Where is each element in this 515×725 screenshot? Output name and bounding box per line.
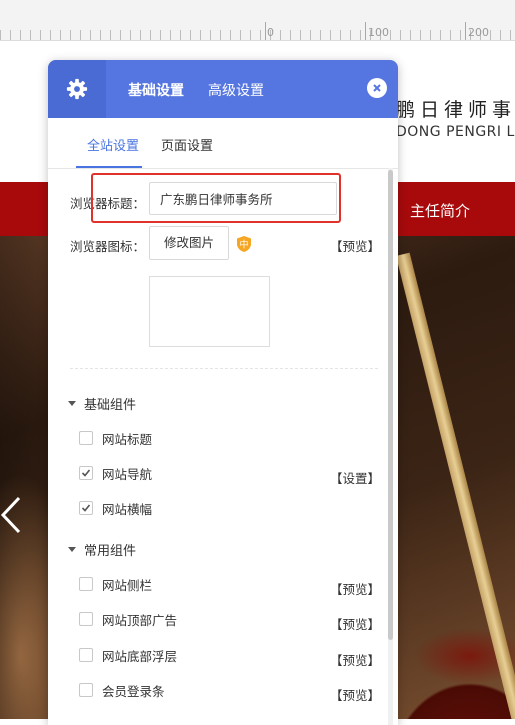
section-basic-title: 基础组件 [84,398,137,413]
ruler-label: 200 [468,26,489,39]
checkbox[interactable] [79,431,93,445]
nav-settings-link[interactable]: 【设置】 [330,468,380,487]
check-label: 网站底部浮层 [102,649,178,664]
section-divider [70,368,378,369]
ruler-major-tick [465,22,466,40]
checkbox[interactable] [79,612,93,626]
ruler-major-tick [265,22,266,40]
banner-prev-arrow-icon[interactable] [0,495,22,535]
ruler: 0 100 200 [0,0,515,41]
member-login-preview-link[interactable]: 【预览】 [330,685,380,704]
active-tab-underline [76,166,142,168]
checkbox[interactable] [79,466,93,480]
browser-icon-label: 浏览器图标： [70,239,146,254]
check-label: 网站侧栏 [102,578,153,593]
site-name-chinese: 鹏日律师事 [396,99,515,121]
check-label: 网站横幅 [102,502,153,517]
caret-down-icon [68,401,76,406]
tab-basic-settings[interactable]: 基础设置 [128,80,184,100]
change-image-button[interactable]: 修改图片 [149,226,229,260]
scrollbar-thumb[interactable] [388,170,393,640]
section-basic-components[interactable]: 基础组件 [68,394,136,413]
check-label: 网站标题 [102,432,153,447]
checkbox[interactable] [79,577,93,591]
caret-down-icon [68,547,76,552]
site-name-english: DONG PENGRI LA [396,124,515,140]
ruler-ticks [0,30,515,40]
tab-advanced-settings[interactable]: 高级设置 [208,80,264,100]
check-label: 会员登录条 [102,684,165,699]
sub-tab-bar: 全站设置 页面设置 [48,118,398,169]
shield-badge-icon: 中 [235,235,253,253]
ruler-label: 0 [267,26,274,39]
check-label: 网站顶部广告 [102,613,178,628]
settings-panel: 基础设置 高级设置 全站设置 页面设置 浏览器标题： 浏览器图标： 修改图片 中… [48,60,398,725]
bottom-float-preview-link[interactable]: 【预览】 [330,650,380,669]
close-icon[interactable] [367,78,387,98]
section-common-title: 常用组件 [84,544,137,559]
ruler-major-tick [365,22,366,40]
browser-title-label: 浏览器标题： [70,196,146,211]
tab-page-settings[interactable]: 页面设置 [161,135,213,154]
ruler-label: 100 [368,26,389,39]
svg-text:中: 中 [239,239,248,251]
nav-item-director-intro[interactable]: 主任简介 [410,200,470,221]
section-common-components[interactable]: 常用组件 [68,540,136,559]
browser-icon-preview-box[interactable] [149,276,270,347]
check-label: 网站导航 [102,467,153,482]
sidebar-preview-link[interactable]: 【预览】 [330,579,380,598]
checkbox[interactable] [79,648,93,662]
banner-gavel-handle [396,252,515,719]
tab-site-settings[interactable]: 全站设置 [87,135,139,154]
browser-title-input[interactable] [149,182,337,215]
panel-header: 基础设置 高级设置 [48,60,398,118]
checkbox[interactable] [79,683,93,697]
top-ad-preview-link[interactable]: 【预览】 [330,614,380,633]
checkbox[interactable] [79,501,93,515]
gear-icon[interactable] [48,60,106,118]
icon-preview-link[interactable]: 【预览】 [330,236,380,255]
